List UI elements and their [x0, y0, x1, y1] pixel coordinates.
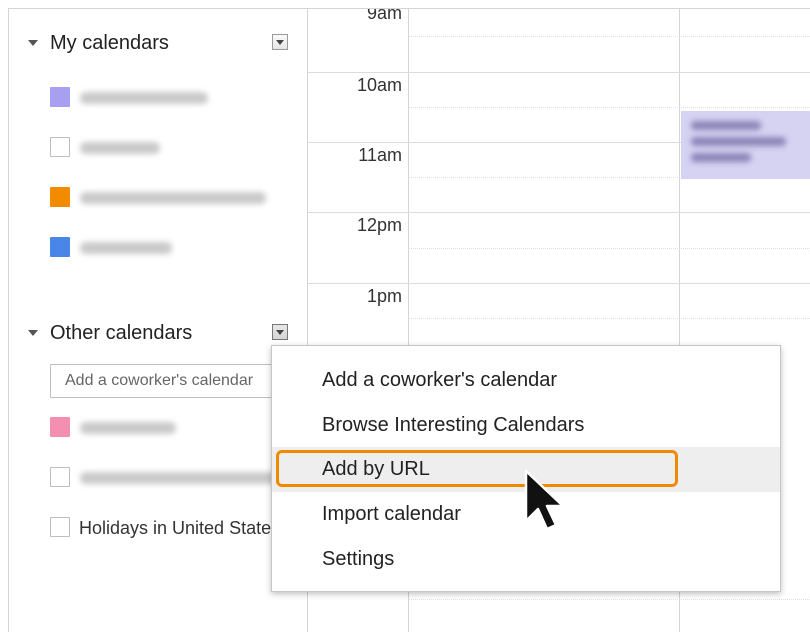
calendar-item[interactable] — [50, 237, 290, 259]
blurred-calendar-name — [80, 242, 172, 254]
hour-line — [308, 212, 810, 213]
blurred-calendar-name — [80, 92, 208, 104]
calendar-item[interactable] — [50, 87, 290, 109]
menu-item-label: Settings — [322, 548, 395, 570]
half-hour-line — [408, 248, 810, 249]
menu-item-label: Add a coworker's calendar — [322, 369, 558, 391]
half-hour-line — [408, 599, 810, 600]
other-calendars-header[interactable]: Other calendars — [9, 320, 307, 346]
sidebar: My calendars Other calendars Add a cowor… — [9, 9, 307, 632]
calendar-item-holidays[interactable]: Holidays in United States — [50, 517, 290, 539]
half-hour-line — [408, 36, 810, 37]
collapse-caret-icon[interactable] — [28, 40, 38, 46]
blurred-calendar-name — [80, 142, 160, 154]
hour-line — [308, 72, 810, 73]
calendar-checkbox[interactable] — [50, 137, 70, 157]
hour-label: 9am — [366, 8, 402, 23]
my-calendars-menu-button[interactable] — [272, 34, 288, 50]
calendar-item[interactable] — [50, 137, 290, 159]
other-calendars-menu-button[interactable] — [272, 324, 288, 340]
mouse-pointer-icon — [524, 469, 563, 531]
menu-item-label: Import calendar — [322, 503, 461, 525]
my-calendars-header[interactable]: My calendars — [9, 30, 307, 56]
menu-item-label: Browse Interesting Calendars — [322, 414, 585, 436]
calendar-color-swatch[interactable] — [50, 237, 70, 257]
calendar-checkbox[interactable] — [50, 467, 70, 487]
my-calendars-title: My calendars — [50, 32, 169, 54]
calendar-label: Holidays in United States — [79, 518, 281, 538]
half-hour-line — [408, 318, 810, 319]
calendar-color-swatch[interactable] — [50, 187, 70, 207]
hour-label: 10am — [356, 75, 402, 95]
blurred-calendar-name — [80, 472, 280, 484]
calendar-item[interactable] — [50, 417, 290, 439]
calendar-item[interactable] — [50, 467, 290, 489]
menu-item-settings[interactable]: Settings — [272, 537, 780, 582]
calendar-view: My calendars Other calendars Add a cowor… — [8, 8, 810, 632]
menu-item-browse-interesting[interactable]: Browse Interesting Calendars — [272, 403, 780, 448]
calendar-checkbox[interactable] — [50, 517, 70, 537]
blurred-calendar-name — [80, 192, 266, 204]
other-calendars-title: Other calendars — [50, 322, 193, 344]
add-coworker-input[interactable] — [50, 364, 290, 398]
highlight-outline — [276, 450, 678, 487]
calendar-item[interactable] — [50, 187, 290, 209]
hour-line — [308, 283, 810, 284]
blurred-calendar-name — [80, 422, 176, 434]
hour-label: 1pm — [366, 286, 402, 306]
calendar-color-swatch[interactable] — [50, 417, 70, 437]
hour-label: 12pm — [356, 215, 402, 235]
calendar-color-swatch[interactable] — [50, 87, 70, 107]
menu-item-add-coworker[interactable]: Add a coworker's calendar — [272, 358, 780, 403]
hour-label: 11am — [358, 145, 402, 165]
collapse-caret-icon[interactable] — [28, 330, 38, 336]
half-hour-line — [408, 107, 810, 108]
calendar-event[interactable] — [681, 111, 810, 179]
